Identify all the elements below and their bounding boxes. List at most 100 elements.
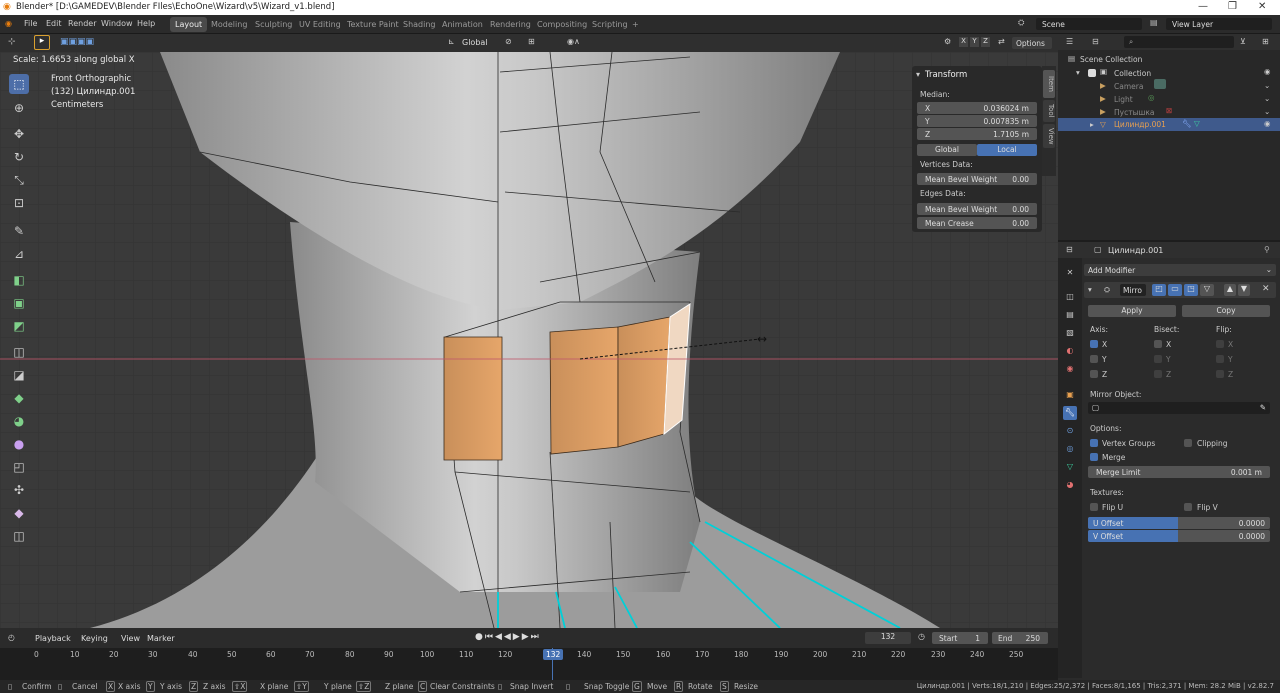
select-tool-icon[interactable]: ⬚ [9,74,29,94]
flip-u-checkbox[interactable] [1090,503,1098,511]
rotate-tool-icon[interactable]: ↻ [9,147,29,167]
median-x-field[interactable]: X 0.036024 m [917,102,1037,114]
particles-tab-icon[interactable]: ⊙ [1063,424,1077,438]
playback-controls-icons[interactable]: ●⏮◀◀▶▶⏭ [475,632,541,642]
orientation-dropdown[interactable]: Global [462,38,488,47]
clipping-checkbox[interactable] [1184,439,1192,447]
3d-viewport[interactable]: ↔ Scale: 1.6653 along global X Front Ort… [0,52,1058,628]
move-up-icon[interactable]: ▲ [1224,284,1236,296]
transform-tool-icon[interactable]: ⊡ [9,193,29,213]
scene-icon[interactable]: ⛭ [1018,18,1024,28]
merge-limit-field[interactable]: Merge Limit 0.001 m [1088,466,1270,478]
view-menu[interactable]: View [121,634,140,643]
u-offset-field[interactable]: U Offset 0.0000 [1088,517,1270,529]
camera-visibility-icon[interactable]: ⌄ [1264,81,1270,90]
tab-texture-paint[interactable]: Texture Paint [342,17,404,32]
world-tab-icon[interactable]: ◉ [1063,362,1077,376]
end-frame-field[interactable]: End 250 [992,632,1048,644]
bisect-x-checkbox[interactable] [1154,340,1162,348]
edge-bevel-weight-field[interactable]: Mean Bevel Weight 0.00 [917,203,1037,215]
maximize-icon[interactable]: ❐ [1228,1,1237,12]
outliner-editor-icon[interactable]: ☰ [1066,37,1073,46]
inset-tool-icon[interactable]: ▣ [9,293,29,313]
add-workspace-icon[interactable]: + [627,17,644,32]
mirror-y-toggle[interactable]: Y [970,37,979,47]
remove-modifier-icon[interactable]: ✕ [1262,284,1270,294]
outliner-item-empty[interactable]: Пустышка [1114,108,1154,117]
tab-scripting[interactable]: Scripting [587,17,633,32]
menu-edit[interactable]: Edit [46,19,62,28]
tab-modeling[interactable]: Modeling [206,17,252,32]
move-tool-icon[interactable]: ✥ [9,124,29,144]
marker-menu[interactable]: Marker [147,634,175,643]
vertex-bevel-weight-field[interactable]: Mean Bevel Weight 0.00 [917,173,1037,185]
flip-v-checkbox[interactable] [1184,503,1192,511]
shear-tool-icon[interactable]: ◆ [9,503,29,523]
move-down-icon[interactable]: ▼ [1238,284,1250,296]
collection-visibility-icon[interactable]: ◉ [1264,67,1271,76]
tab-uv-editing[interactable]: UV Editing [294,17,346,32]
median-y-field[interactable]: Y 0.007835 m [917,115,1037,127]
material-tab-icon[interactable]: ◕ [1063,478,1077,492]
proportional-icon[interactable]: ◉∧ [567,37,580,46]
scene-collection-label[interactable]: Scene Collection [1080,55,1142,64]
vertex-groups-checkbox[interactable] [1090,439,1098,447]
knife-tool-icon[interactable]: ◪ [9,365,29,385]
modifier-name-input[interactable]: Mirro [1120,284,1146,296]
pin-icon[interactable]: ⚲ [1264,245,1270,254]
collection-label[interactable]: Collection [1114,69,1151,78]
cursor-tool-icon[interactable]: ⊕ [9,98,29,118]
object-data-tab-icon[interactable]: ▽ [1063,460,1077,474]
outliner-item-light[interactable]: Light [1114,95,1133,104]
tool-tab-icon[interactable]: ✕ [1063,266,1077,280]
merge-checkbox[interactable] [1090,453,1098,461]
scene-selector[interactable]: Scene [1036,18,1142,30]
collection-checkbox[interactable] [1088,69,1096,77]
viewport-scene[interactable]: ↔ [0,52,1058,628]
realtime-icon[interactable]: ▭ [1168,284,1182,296]
properties-editor-icon[interactable]: ⊟ [1066,245,1073,254]
expand-icon[interactable]: ▸ [1090,120,1094,129]
flip-x-checkbox[interactable] [1216,340,1224,348]
apply-button[interactable]: Apply [1088,305,1176,317]
flip-z-checkbox[interactable] [1216,370,1224,378]
bisect-y-checkbox[interactable] [1154,355,1162,363]
timeline-editor-icon[interactable]: ◴ [8,633,15,642]
minimize-icon[interactable]: — [1198,1,1208,12]
modifier-collapse-icon[interactable]: ▾ [1088,285,1092,294]
loop-cut-tool-icon[interactable]: ◫ [9,342,29,362]
mirror-x-toggle[interactable]: X [959,37,968,47]
bisect-z-checkbox[interactable] [1154,370,1162,378]
mirror-settings-icon[interactable]: ⚙ [944,37,951,46]
tab-view[interactable]: View [1043,124,1055,148]
tab-shading[interactable]: Shading [398,17,441,32]
modifier-tab-icon[interactable]: 🔧︎ [1063,406,1077,420]
tab-rendering[interactable]: Rendering [485,17,536,32]
mean-crease-field[interactable]: Mean Crease 0.00 [917,217,1037,229]
tab-sculpting[interactable]: Sculpting [250,17,297,32]
mirror-object-field[interactable]: ▢ ✎ [1088,402,1270,414]
current-frame-marker[interactable]: 132 [543,649,564,660]
scene-tab-icon[interactable]: ◐ [1063,344,1077,358]
extrude-tool-icon[interactable]: ◧ [9,270,29,290]
median-z-field[interactable]: Z 1.7105 m [917,128,1037,140]
cylinder-visibility-icon[interactable]: ◉ [1264,119,1271,128]
start-frame-field[interactable]: Start 1 [932,632,988,644]
view-layer-icon[interactable]: ▤ [1150,18,1158,27]
global-toggle[interactable]: Global [917,144,977,156]
pivot-icon[interactable]: ⊘ [505,37,512,46]
add-modifier-dropdown[interactable]: Add Modifier ⌄ [1084,264,1276,276]
annotate-tool-icon[interactable]: ✎ [9,221,29,241]
shrink-tool-icon[interactable]: ✣ [9,480,29,500]
edge-slide-tool-icon[interactable]: ◰ [9,457,29,477]
outliner-item-camera[interactable]: Camera [1114,82,1143,91]
new-collection-icon[interactable]: ⊞ [1262,37,1269,46]
on-cage-icon[interactable]: ▽ [1200,284,1214,296]
edit-cage-icon[interactable]: ◰ [1152,284,1166,296]
rip-tool-icon[interactable]: ◫ [9,526,29,546]
tab-tool[interactable]: Tool [1043,100,1055,122]
display-mode-icon[interactable]: ⊟ [1092,37,1099,46]
blender-menu-icon[interactable]: ◉ [5,19,12,28]
current-frame-field[interactable]: 132 [865,632,911,644]
editor-type-icon[interactable]: ⊹ [8,37,16,47]
